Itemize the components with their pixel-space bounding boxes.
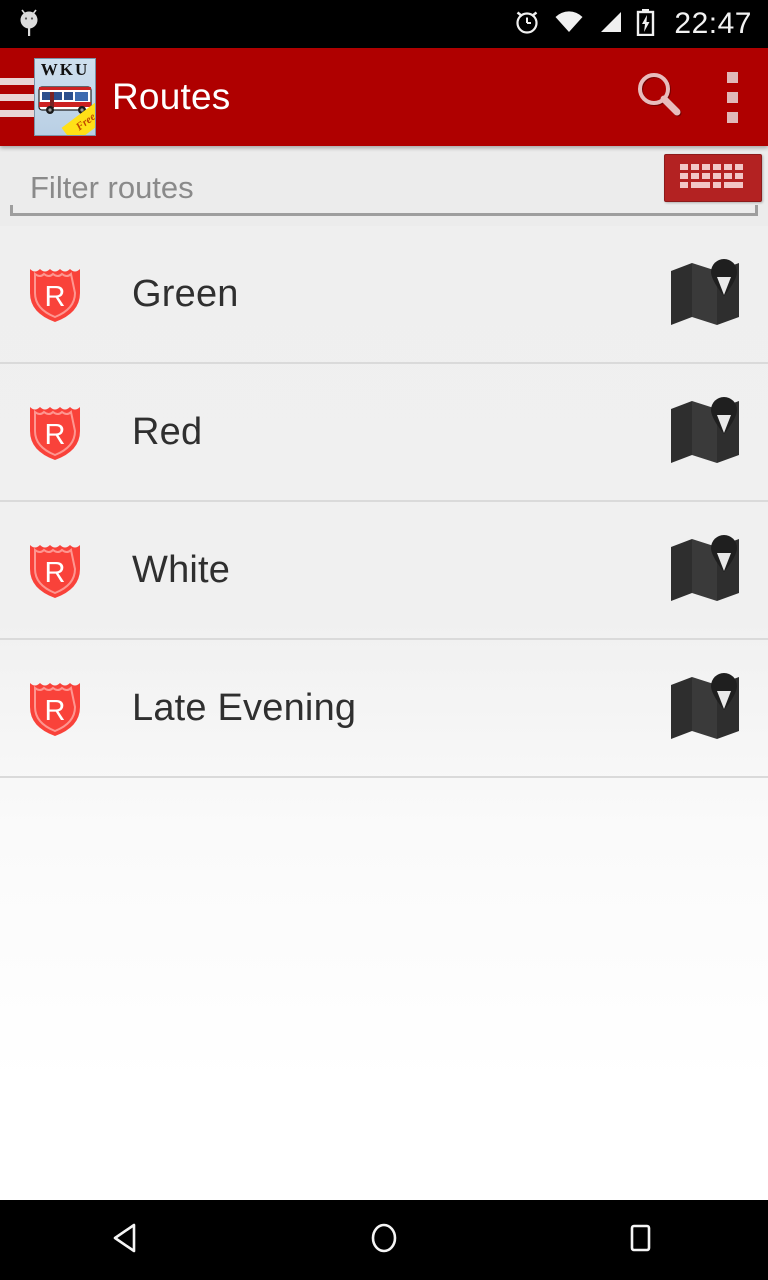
route-badge: R <box>0 401 110 463</box>
route-badge: R <box>0 539 110 601</box>
overflow-menu-button[interactable] <box>696 48 768 146</box>
route-badge: R <box>0 263 110 325</box>
route-name: Late Evening <box>132 686 357 729</box>
svg-text:R: R <box>45 419 66 451</box>
back-button[interactable] <box>0 1200 256 1280</box>
overflow-menu-icon <box>726 71 738 123</box>
keyboard-toggle-button[interactable] <box>664 154 762 202</box>
svg-text:R: R <box>45 695 66 727</box>
status-bar-icons: 22:47 <box>513 8 752 41</box>
home-button[interactable] <box>256 1200 512 1280</box>
battery-charging-icon <box>636 8 655 41</box>
recents-square-icon <box>620 1218 660 1263</box>
route-map-button[interactable] <box>646 393 768 472</box>
wifi-icon <box>554 10 584 39</box>
status-bar-notifications <box>18 7 513 42</box>
map-pin-icon <box>667 255 747 334</box>
map-pin-icon <box>667 393 747 472</box>
home-circle-icon <box>364 1218 404 1263</box>
route-list-item[interactable]: R White <box>0 502 768 640</box>
status-bar: 22:47 <box>0 0 768 48</box>
filter-bar: Filter routes <box>0 146 768 226</box>
route-badge: R <box>0 677 110 739</box>
route-map-button[interactable] <box>646 255 768 334</box>
keyboard-icon <box>675 159 751 198</box>
hamburger-menu-icon[interactable] <box>0 77 40 117</box>
android-robot-icon <box>18 7 40 42</box>
filter-placeholder: Filter routes <box>30 170 194 205</box>
input-underline <box>10 205 758 216</box>
route-map-button[interactable] <box>646 531 768 610</box>
svg-text:R: R <box>45 281 66 313</box>
filter-routes-input[interactable]: Filter routes <box>10 160 758 216</box>
route-list-item[interactable]: R Red <box>0 364 768 502</box>
alarm-icon <box>513 8 541 41</box>
cellular-signal-icon <box>597 10 623 39</box>
status-bar-clock: 22:47 <box>674 7 752 40</box>
wku-bus-app-icon: WKU Free <box>34 58 96 136</box>
route-name: White <box>132 548 231 591</box>
routes-list[interactable]: R Green R Red R White R Late Evening <box>0 226 768 1200</box>
system-navigation-bar <box>0 1200 768 1280</box>
route-map-button[interactable] <box>646 669 768 748</box>
search-button[interactable] <box>624 48 696 146</box>
recents-button[interactable] <box>512 1200 768 1280</box>
action-bar: WKU Free Routes <box>0 48 768 146</box>
page-title: Routes <box>112 76 231 117</box>
route-list-item[interactable]: R Green <box>0 226 768 364</box>
map-pin-icon <box>667 669 747 748</box>
back-triangle-icon <box>108 1218 148 1263</box>
map-pin-icon <box>667 531 747 610</box>
android-app-screen: 22:47 WKU Free Routes Filter routes R Gr… <box>0 0 768 1280</box>
route-name: Green <box>132 272 239 315</box>
svg-text:R: R <box>45 557 66 589</box>
route-list-item[interactable]: R Late Evening <box>0 640 768 778</box>
search-icon <box>632 67 688 128</box>
app-icon-label: WKU <box>40 60 90 79</box>
route-name: Red <box>132 410 203 453</box>
